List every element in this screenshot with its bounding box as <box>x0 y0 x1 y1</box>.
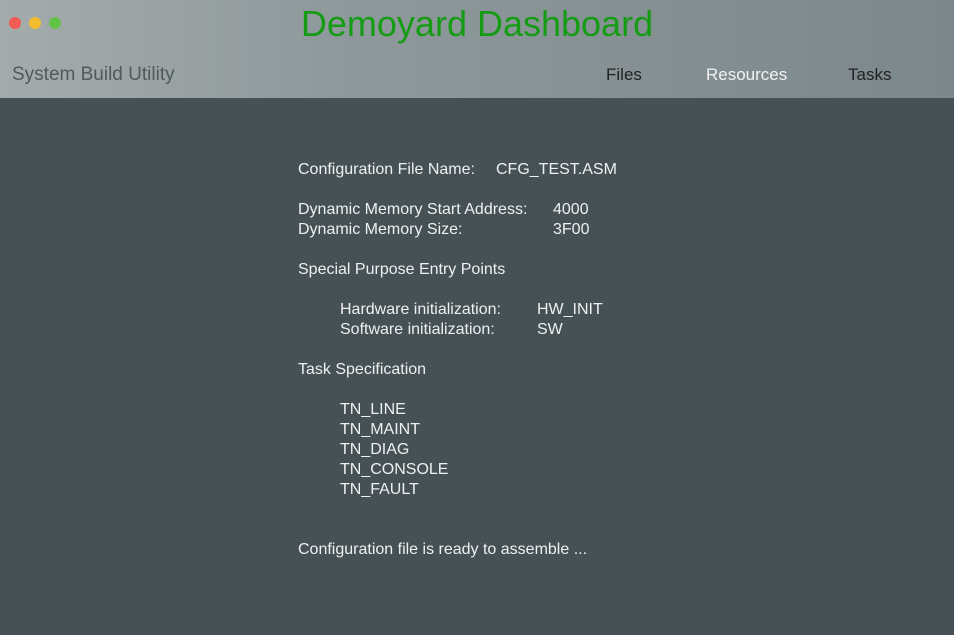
sw-init-value: SW <box>537 321 563 338</box>
nav-resources[interactable]: Resources <box>706 64 787 86</box>
mem-size-value: 3F00 <box>553 221 590 238</box>
entry-points-heading: Special Purpose Entry Points <box>298 261 506 278</box>
app-title: Demoyard Dashboard <box>300 3 654 44</box>
mem-size-label: Dynamic Memory Size: <box>298 221 463 238</box>
sw-init-row: Software initialization: SW <box>298 320 587 340</box>
config-file-label: Configuration File Name: <box>298 161 475 178</box>
mem-size-row: Dynamic Memory Size: 3F00 <box>298 220 590 240</box>
sw-init-label: Software initialization: <box>340 321 495 338</box>
task-item: TN_MAINT <box>340 421 420 438</box>
task-spec-heading: Task Specification <box>298 361 427 378</box>
app-subtitle: System Build Utility <box>12 64 175 85</box>
config-file-value: CFG_TEST.ASM <box>496 161 617 178</box>
mem-start-row: Dynamic Memory Start Address: 4000 <box>298 200 589 220</box>
hw-init-label: Hardware initialization: <box>340 301 501 318</box>
status-message: Configuration file is ready to assemble … <box>298 541 588 558</box>
config-summary: Configuration File Name: CFG_TEST.ASM Dy… <box>298 160 617 560</box>
mem-start-value: 4000 <box>553 201 589 218</box>
hw-init-value: HW_INIT <box>537 301 603 318</box>
task-item: TN_DIAG <box>340 441 410 458</box>
hw-init-row: Hardware initialization: HW_INIT <box>298 300 603 320</box>
nav-tasks[interactable]: Tasks <box>848 64 891 86</box>
config-file-row: Configuration File Name: CFG_TEST.ASM <box>298 160 617 180</box>
nav-files[interactable]: Files <box>606 64 642 86</box>
task-item: TN_CONSOLE <box>340 461 449 478</box>
mem-start-label: Dynamic Memory Start Address: <box>298 201 528 218</box>
task-item: TN_FAULT <box>340 481 419 498</box>
task-item: TN_LINE <box>340 401 406 418</box>
title-bar: Demoyard Dashboard System Build Utility … <box>0 0 954 98</box>
